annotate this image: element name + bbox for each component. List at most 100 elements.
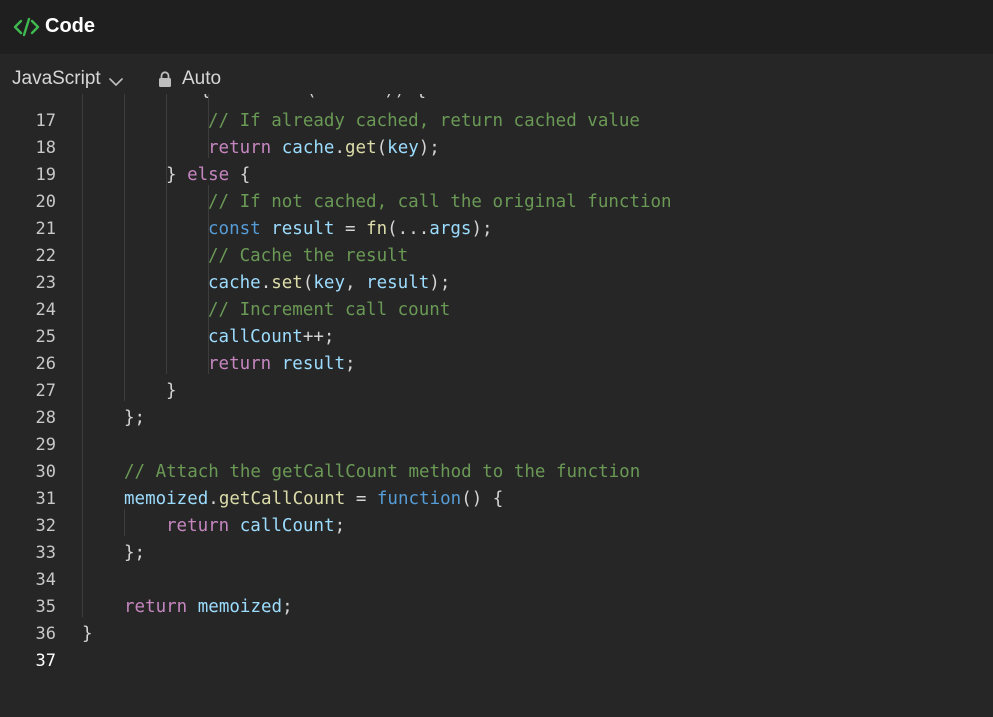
code-token: { — [229, 165, 251, 185]
code-line: // Attach the getCallCount method to the… — [124, 459, 640, 486]
line-number-gutter: 17 18 19 20 21 22 23 24 25 26 27 28 29 30 31 32 33 34 35 36… — [0, 94, 70, 717]
code-line: const result = fn(...args); — [208, 216, 493, 243]
code-token: getCallCount — [218, 489, 346, 509]
code-token: ); — [429, 273, 451, 293]
line-number: 31 — [35, 489, 56, 509]
line-number: 17 — [35, 111, 56, 131]
mode-label: Auto — [182, 68, 222, 89]
code-token: ++; — [302, 327, 335, 347]
code-area[interactable]: { ( )) { // If already cached, return ca… — [82, 94, 982, 717]
code-token: memoized — [197, 597, 283, 617]
line-number: 18 — [35, 138, 56, 158]
code-token: () { — [461, 489, 504, 509]
code-line-clipped-3: )) { — [384, 94, 426, 104]
code-token: else — [187, 165, 230, 185]
code-token: . — [208, 489, 219, 509]
line-number: 26 — [35, 354, 56, 374]
code-token: ; — [344, 354, 356, 374]
code-token: set — [271, 273, 303, 293]
line-number: 32 — [35, 516, 56, 536]
code-token: . — [334, 138, 345, 158]
code-token: args — [429, 219, 472, 239]
code-line: // If already cached, return cached valu… — [208, 108, 640, 135]
line-number: 27 — [35, 381, 56, 401]
code-token: // If already cached, return cached valu… — [208, 111, 640, 131]
line-number: 33 — [35, 543, 56, 563]
line-number: 30 — [35, 462, 56, 482]
code-token: }; — [124, 408, 146, 428]
code-line: // Cache the result — [208, 243, 408, 270]
code-token: // Increment call count — [208, 300, 451, 320]
code-token: ( — [302, 273, 314, 293]
code-token: result — [366, 273, 430, 293]
code-token: ; — [334, 516, 346, 536]
code-line: callCount++; — [208, 324, 334, 351]
code-token: return — [124, 597, 188, 617]
code-line: return result; — [208, 351, 356, 378]
code-brackets-icon — [13, 16, 41, 38]
indent-guide — [166, 94, 167, 374]
code-token: return — [166, 516, 230, 536]
code-line: } — [166, 378, 177, 405]
code-token: // Cache the result — [208, 246, 409, 266]
line-number: 29 — [35, 435, 56, 455]
code-line: // Increment call count — [208, 297, 450, 324]
code-token: }; — [124, 543, 146, 563]
code-line: } else { — [166, 162, 250, 189]
code-token: cache — [208, 273, 261, 293]
code-token: = — [334, 219, 367, 239]
code-token: result — [281, 354, 345, 374]
code-token: key — [313, 273, 345, 293]
line-number: 21 — [35, 219, 56, 239]
line-number: 37 — [35, 651, 56, 671]
code-editor[interactable]: 17 18 19 20 21 22 23 24 25 26 27 28 29 30 31 32 33 34 35 36… — [0, 94, 993, 717]
code-token: ); — [471, 219, 493, 239]
line-number: 19 — [35, 165, 56, 185]
line-number: 25 — [35, 327, 56, 347]
language-dropdown[interactable]: JavaScript — [12, 66, 123, 92]
code-line: return cache.get(key); — [208, 135, 440, 162]
language-label: JavaScript — [12, 68, 101, 89]
code-token: . — [260, 273, 272, 293]
indent-guide — [124, 94, 125, 401]
code-token: (... — [387, 219, 430, 239]
code-token: // If not cached, call the original func… — [208, 192, 672, 212]
title-bar: Code — [0, 0, 993, 54]
code-token: callCount — [208, 327, 303, 347]
code-token: fn — [366, 219, 388, 239]
code-token: key — [387, 138, 419, 158]
code-line: memoized.getCallCount = function() { — [124, 486, 503, 513]
line-number: 20 — [35, 192, 56, 212]
code-token: , — [345, 273, 367, 293]
code-line: cache.set(key, result); — [208, 270, 450, 297]
code-token: // Attach the getCallCount method to the… — [124, 462, 641, 482]
code-token: ( — [376, 138, 388, 158]
code-token: ; — [282, 597, 293, 617]
code-token: ); — [418, 138, 440, 158]
window-title: Code — [45, 15, 95, 37]
code-token: return — [208, 354, 272, 374]
code-token: callCount — [239, 516, 335, 536]
line-number: 34 — [35, 570, 56, 590]
line-number: 23 — [35, 273, 56, 293]
code-line-clipped-2: ( — [306, 94, 317, 104]
lock-icon — [158, 70, 172, 88]
code-token: } — [166, 381, 177, 401]
code-window: Code JavaScript Auto 17 18 19 20 21 22 23 24 25 2… — [0, 0, 993, 717]
code-line: return memoized; — [124, 594, 293, 621]
indent-guide — [124, 509, 125, 536]
code-line: }; — [124, 405, 145, 432]
code-line: return callCount; — [166, 513, 345, 540]
line-number: 28 — [35, 408, 56, 428]
code-token: memoized — [124, 489, 209, 509]
line-number: 22 — [35, 246, 56, 266]
line-number: 36 — [35, 624, 56, 644]
code-token: = — [345, 489, 377, 509]
code-token: } — [82, 624, 93, 644]
chevron-down-icon — [108, 74, 123, 86]
